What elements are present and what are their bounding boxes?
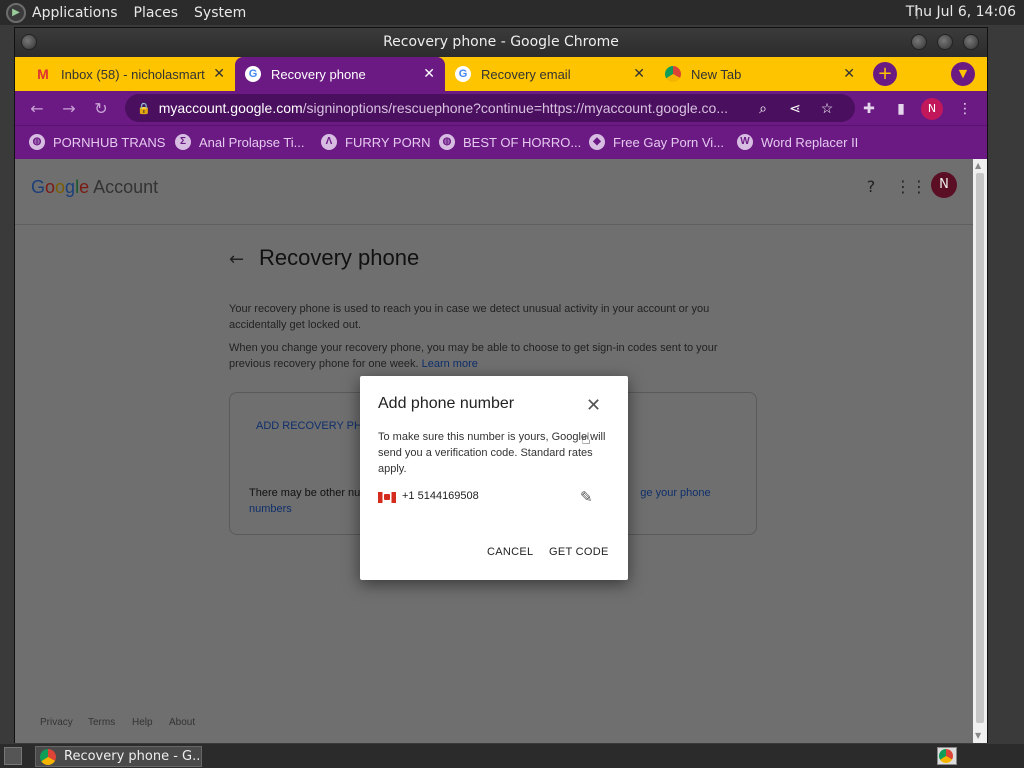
tab-new-tab[interactable]: New Tab ✕ (655, 57, 865, 91)
tab-title: Recovery email (481, 66, 571, 82)
phone-number: +1 5144169508 (402, 490, 479, 502)
canada-flag-icon (378, 492, 396, 503)
learn-more-link[interactable]: Learn more (422, 358, 478, 370)
window-titlebar[interactable]: Recovery phone - Google Chrome (15, 28, 987, 57)
get-code-button[interactable]: GET CODE (549, 546, 609, 558)
extensions-icon[interactable]: ✚ (859, 99, 879, 119)
footer-help-link[interactable]: Help (132, 717, 153, 728)
side-panel-icon[interactable]: ▮ (891, 99, 911, 119)
taskbar-window-button[interactable]: Recovery phone - G... (35, 746, 202, 767)
page-scrollbar[interactable]: ▲ ▼ (973, 159, 987, 743)
address-bar[interactable]: 🔒 myaccount.google.com/signinoptions/res… (125, 94, 855, 122)
lock-icon[interactable]: 🔒 (137, 102, 151, 115)
back-arrow-icon[interactable]: ← (229, 249, 244, 270)
add-phone-dialog: Add phone number ✕ To make sure this num… (360, 376, 628, 580)
globe-icon: ◍ (439, 134, 455, 150)
bookmark-item[interactable]: Λ FURRY PORN (321, 134, 430, 150)
kebab-menu-icon[interactable]: ⋮ (955, 99, 975, 119)
close-tab-icon[interactable]: ✕ (843, 65, 855, 82)
bookmark-item[interactable]: Σ Anal Prolapse Ti... (175, 134, 305, 150)
google-account-logo[interactable]: Google Account (31, 177, 158, 198)
bookmark-item[interactable]: ◍ BEST OF HORRO... (439, 134, 581, 150)
page-title: Recovery phone (259, 245, 420, 270)
google-account-header: Google Account ? ⋮⋮ N (15, 159, 973, 225)
bookmark-item[interactable]: W Word Replacer II (737, 134, 858, 150)
scroll-thumb[interactable] (976, 173, 984, 723)
clock[interactable]: Thu Jul 6, 14:06 (906, 4, 1016, 20)
footer-terms-link[interactable]: Terms (88, 717, 115, 728)
sigma-icon: Σ (175, 134, 191, 150)
close-tab-icon[interactable]: ✕ (213, 65, 225, 82)
url-text[interactable]: myaccount.google.com/signinoptions/rescu… (159, 100, 749, 116)
minimize-icon[interactable] (911, 34, 927, 50)
change-paragraph: When you change your recovery phone, you… (229, 342, 718, 370)
menu-applications[interactable]: Applications (32, 5, 118, 21)
share-icon[interactable]: ⋖ (785, 98, 805, 118)
numbers-link[interactable]: numbers (249, 503, 292, 515)
gmail-icon: M (37, 66, 49, 82)
globe-icon: ◍ (29, 134, 45, 150)
google-icon: G (245, 66, 261, 82)
close-tab-icon[interactable]: ✕ (423, 65, 435, 82)
change-phone-link[interactable]: ge your phone (640, 487, 710, 499)
browser-window: Recovery phone - Google Chrome M Inbox (… (14, 27, 988, 743)
show-desktop-icon[interactable] (4, 747, 22, 765)
distro-logo-icon[interactable]: ▶ (6, 2, 26, 23)
browser-toolbar: ← → ↻ 🔒 myaccount.google.com/signinoptio… (15, 91, 987, 125)
word-replacer-icon: W (737, 134, 753, 150)
close-window-icon[interactable] (963, 34, 979, 50)
chrome-icon (40, 748, 56, 765)
apps-grid-icon[interactable]: ⋮⋮ (895, 177, 927, 197)
profile-avatar[interactable]: N (921, 98, 943, 120)
bookmarks-bar: ◍ PORNHUB TRANS Σ Anal Prolapse Ti... Λ FUR… (15, 125, 987, 159)
footer-about-link[interactable]: About (169, 717, 195, 728)
tab-title: New Tab (691, 66, 742, 82)
bottom-panel: Recovery phone - G... (0, 744, 1024, 768)
chrome-icon (665, 66, 681, 82)
scroll-down-icon[interactable]: ▼ (975, 731, 981, 740)
intro-paragraph: Your recovery phone is used to reach you… (229, 303, 710, 331)
dialog-body: To make sure this number is yours, Googl… (378, 431, 606, 475)
tab-recovery-phone[interactable]: G Recovery phone ✕ (235, 57, 445, 91)
tab-title: Recovery phone (271, 66, 366, 82)
page-viewport: Google Account ? ⋮⋮ N ← Recovery phone Y… (15, 159, 973, 743)
google-icon: G (455, 66, 471, 82)
chrome-tray-icon[interactable] (937, 747, 957, 765)
hand-cursor-icon: ☝ (581, 429, 591, 448)
lambda-icon: Λ (321, 134, 337, 150)
zoom-icon[interactable]: ⌕ (753, 98, 773, 118)
footer-privacy-link[interactable]: Privacy (40, 717, 73, 728)
taskbar-window-label: Recovery phone - G... (64, 749, 202, 764)
tab-inbox[interactable]: M Inbox (58) - nicholasmart ✕ (25, 57, 235, 91)
tab-search-chevron-icon[interactable]: ▼ (951, 62, 975, 86)
close-tab-icon[interactable]: ✕ (633, 65, 645, 82)
bookmark-item[interactable]: ◍ PORNHUB TRANS (29, 134, 165, 150)
window-menu-icon[interactable] (21, 34, 37, 50)
dialog-title: Add phone number (378, 395, 515, 412)
bookmark-item[interactable]: ◆ Free Gay Porn Vi... (589, 134, 724, 150)
tab-title: Inbox (58) - nicholasmart (61, 66, 205, 82)
close-icon[interactable]: ✕ (586, 395, 601, 416)
back-arrow-icon[interactable]: ← (27, 99, 47, 119)
new-tab-button[interactable]: + (873, 62, 897, 86)
edit-pencil-icon[interactable]: ✎ (580, 488, 593, 506)
help-icon[interactable]: ? (861, 177, 881, 197)
top-panel: ▶ Applications Places System Thu Jul 6, … (0, 0, 1024, 25)
account-avatar[interactable]: N (931, 172, 957, 198)
reload-icon[interactable]: ↻ (91, 99, 111, 119)
tab-strip: M Inbox (58) - nicholasmart ✕ G Recovery… (15, 57, 987, 91)
menu-system[interactable]: System (194, 5, 246, 21)
bookmark-star-icon[interactable]: ☆ (817, 98, 837, 118)
scroll-up-icon[interactable]: ▲ (975, 161, 981, 170)
site-favicon-icon: ◆ (589, 134, 605, 150)
cancel-button[interactable]: CANCEL (487, 546, 533, 558)
maximize-icon[interactable] (937, 34, 953, 50)
menu-places[interactable]: Places (134, 5, 179, 21)
tab-recovery-email[interactable]: G Recovery email ✕ (445, 57, 655, 91)
add-recovery-phone-button[interactable]: ADD RECOVERY PHO (256, 420, 371, 432)
forward-arrow-icon[interactable]: → (59, 99, 79, 119)
window-title: Recovery phone - Google Chrome (383, 34, 619, 50)
